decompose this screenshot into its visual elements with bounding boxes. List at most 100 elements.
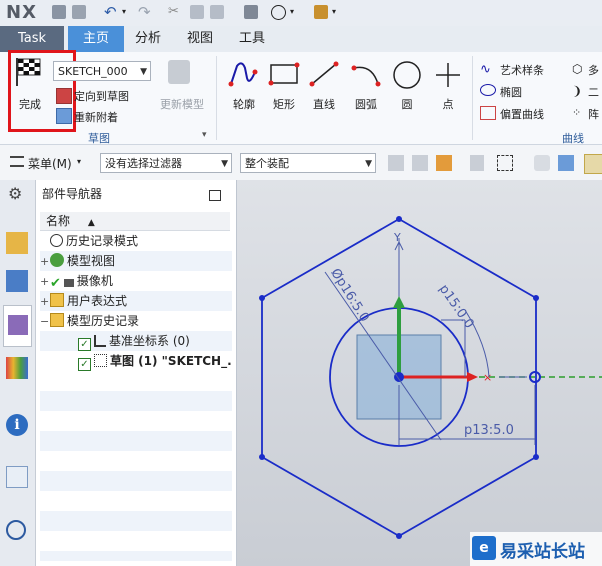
tree-item-history-mode[interactable]: 历史记录模式	[40, 231, 232, 251]
horizontal-dimension-label[interactable]: p13:5.0	[464, 423, 514, 438]
snap-icon[interactable]	[388, 155, 404, 171]
profile-label[interactable]: 轮廓	[228, 96, 260, 112]
undo-icon[interactable]: ↶	[104, 3, 117, 21]
ellipse-icon[interactable]	[480, 84, 496, 96]
cut-icon[interactable]: ✂	[168, 4, 179, 19]
group-curve-label: 曲线	[562, 132, 584, 145]
copy-icon[interactable]	[190, 5, 204, 19]
sort-ascending-icon[interactable]: ▲	[88, 218, 95, 228]
offset-curve-label[interactable]: 偏置曲线	[500, 106, 544, 122]
tree-item-datum-csys[interactable]: ✓ 基准坐标系 (0)	[40, 331, 232, 351]
offset-curve-icon[interactable]	[480, 106, 496, 120]
watermark-logo: e 易采站长站	[470, 532, 602, 566]
rectangle-icon[interactable]	[268, 62, 300, 86]
web-browser-icon[interactable]	[6, 466, 28, 488]
point-icon[interactable]	[432, 60, 464, 90]
select-icon[interactable]	[412, 155, 428, 171]
save-icon[interactable]	[52, 5, 66, 19]
profile-icon[interactable]	[228, 60, 260, 88]
studio-spline-label[interactable]: 艺术样条	[500, 62, 544, 78]
tab-analysis[interactable]: 分析	[128, 26, 168, 52]
expand-icon[interactable]: +	[40, 252, 50, 271]
tree-item-model-views[interactable]: + 模型视图	[40, 251, 232, 271]
save-all-icon[interactable]	[72, 5, 86, 19]
line-label[interactable]: 直线	[308, 96, 340, 112]
tab-task[interactable]: Task	[0, 26, 64, 52]
reattach-label[interactable]: 重新附着	[74, 109, 118, 125]
circle-tool-icon[interactable]	[271, 5, 286, 20]
tree-item-sketch[interactable]: ✓ 草图 (1) "SKETCH_...	[40, 351, 232, 371]
menu-icon[interactable]	[10, 156, 24, 167]
undo-dropdown-icon[interactable]: ▾	[122, 7, 126, 16]
update-model-label[interactable]: 更新模型	[160, 96, 204, 112]
selection-box-icon[interactable]	[497, 155, 513, 171]
group-sketch-label: 草图	[88, 132, 110, 145]
selection-filter-select[interactable]: 没有选择过滤器 ▼	[100, 153, 232, 173]
tree-item-user-expressions[interactable]: + 用户表达式	[40, 291, 232, 311]
watermark-icon: e	[472, 536, 496, 560]
ellipse-label[interactable]: 椭圆	[500, 84, 522, 100]
checkbox-checked-icon[interactable]: ✓	[78, 358, 91, 371]
conic-icon[interactable]: ❩	[572, 84, 582, 98]
line-icon[interactable]	[308, 60, 340, 88]
command-finder-icon[interactable]	[314, 5, 328, 19]
menu-dropdown-icon[interactable]: ▾	[77, 157, 81, 166]
collapse-icon[interactable]: −	[40, 312, 50, 331]
qa-dropdown-icon[interactable]: ▾	[332, 7, 336, 16]
cube-view-icon[interactable]	[558, 155, 574, 171]
polygon-icon[interactable]: ⬡	[572, 62, 582, 76]
tree-item-label: 基准坐标系 (0)	[109, 334, 190, 348]
arc-label[interactable]: 圆弧	[350, 96, 382, 112]
assembly-scope-select[interactable]: 整个装配 ▼	[240, 153, 376, 173]
history-clock-icon[interactable]	[6, 520, 26, 540]
print-icon[interactable]	[244, 5, 258, 19]
expand-icon[interactable]: +	[40, 272, 50, 291]
name-column-header[interactable]: 名称 ▲	[40, 212, 230, 231]
orient-to-sketch-label[interactable]: 定向到草图	[74, 88, 129, 104]
menu-button[interactable]: 菜单(M)	[28, 155, 72, 172]
selection-filter-value: 没有选择过滤器	[105, 157, 182, 170]
sketch-canvas[interactable]: ×	[237, 180, 602, 566]
checkbox-checked-icon[interactable]: ✓	[78, 338, 91, 351]
folder-icon	[50, 293, 64, 307]
maximize-icon[interactable]	[209, 190, 221, 201]
gear-icon[interactable]: ⚙	[8, 184, 22, 203]
direction-icon[interactable]	[470, 155, 484, 171]
circle-icon[interactable]	[391, 60, 423, 90]
orient-view-icon[interactable]	[56, 88, 72, 104]
filter-icon[interactable]	[436, 155, 452, 171]
tab-view[interactable]: 视图	[180, 26, 220, 52]
arc-icon[interactable]	[350, 60, 382, 88]
reattach-icon[interactable]	[56, 108, 72, 124]
constraint-navigator-icon[interactable]	[6, 270, 28, 292]
info-icon[interactable]: i	[6, 414, 28, 436]
point-label[interactable]: 点	[432, 96, 464, 112]
open-folder-icon	[50, 313, 64, 327]
tab-home[interactable]: 主页	[68, 26, 124, 52]
assembly-navigator-icon[interactable]	[6, 232, 28, 254]
pattern-icon[interactable]: ⁘	[572, 106, 581, 119]
polygon-label[interactable]: 多	[588, 62, 599, 78]
tab-tools[interactable]: 工具	[232, 26, 272, 52]
shaded-icon[interactable]	[534, 155, 550, 171]
expand-icon[interactable]: +	[40, 292, 50, 311]
part-navigator-tab[interactable]	[3, 305, 32, 347]
csys-icon	[94, 335, 106, 347]
rectangle-label[interactable]: 矩形	[268, 96, 300, 112]
paste-icon[interactable]	[210, 5, 224, 19]
tree-item-camera[interactable]: +✔ 摄像机	[40, 271, 232, 291]
redo-icon[interactable]: ↷	[138, 3, 151, 21]
circle-dropdown-icon[interactable]: ▾	[290, 7, 294, 16]
reuse-library-icon[interactable]	[6, 357, 28, 379]
chevron-down-icon: ▼	[140, 67, 147, 77]
tree-item-model-history[interactable]: − 模型历史记录	[40, 311, 232, 331]
sketch-select[interactable]: SKETCH_000 ▼	[53, 61, 151, 81]
update-model-icon[interactable]	[168, 60, 190, 84]
studio-spline-icon[interactable]: ∿	[480, 62, 491, 77]
circle-label[interactable]: 圆	[391, 96, 423, 112]
group-sketch-menu-icon[interactable]: ▾	[202, 130, 207, 140]
conic-label[interactable]: 二	[588, 84, 599, 100]
camera-icon	[63, 279, 74, 287]
pattern-label[interactable]: 阵	[588, 106, 599, 122]
snap-point-icon[interactable]	[584, 154, 602, 174]
